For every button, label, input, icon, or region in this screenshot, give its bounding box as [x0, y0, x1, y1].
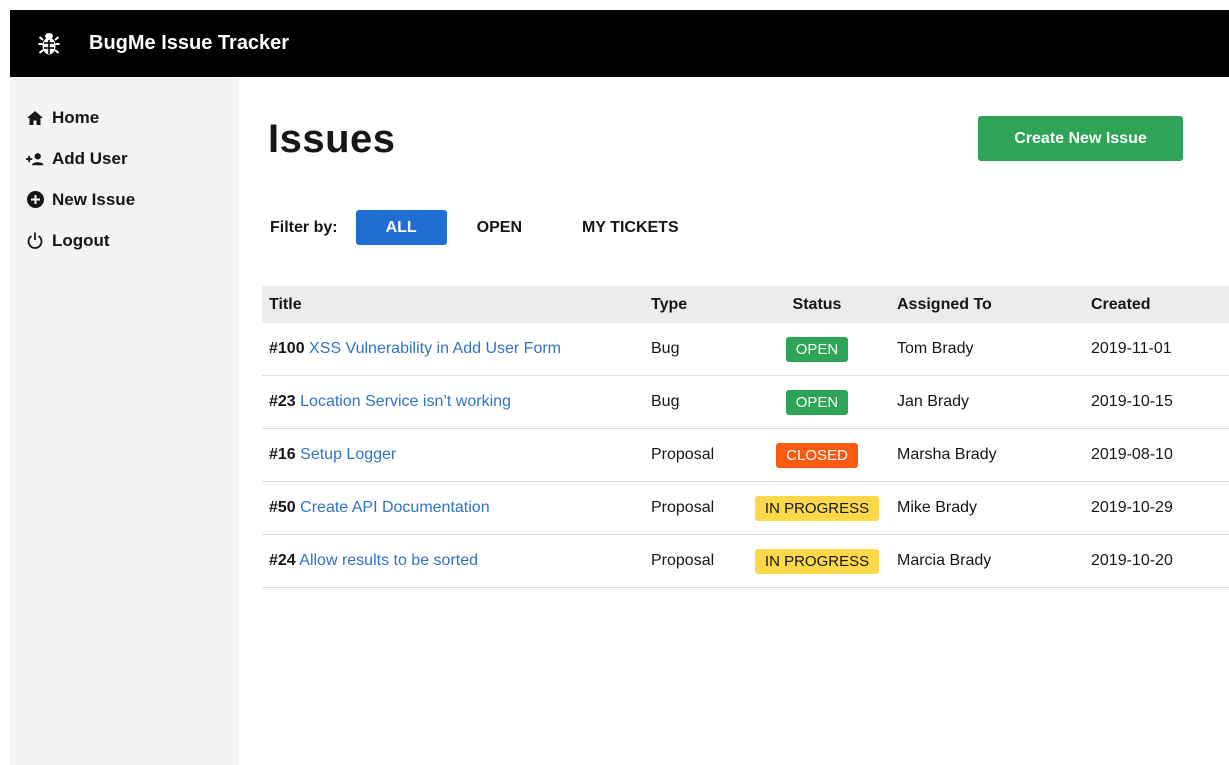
filter-open-button[interactable]: OPEN	[447, 210, 552, 245]
issue-link[interactable]: XSS Vulnerability in Add User Form	[309, 340, 561, 357]
issue-created: 2019-10-15	[1091, 375, 1229, 429]
issue-title-cell: #23 Location Service isn’t working	[262, 375, 651, 429]
issue-status-cell: CLOSED	[747, 428, 887, 482]
issue-link[interactable]: Location Service isn’t working	[300, 393, 511, 410]
header-title: Title	[262, 286, 651, 323]
bug-icon	[36, 31, 62, 57]
issue-status-cell: OPEN	[747, 375, 887, 429]
issue-type: Bug	[651, 375, 747, 429]
issue-type: Proposal	[651, 534, 747, 588]
sidebar-item-new-issue[interactable]: New Issue	[10, 179, 239, 220]
sidebar-item-logout[interactable]: Logout	[10, 220, 239, 261]
issue-number: #100	[269, 340, 305, 357]
issue-created: 2019-10-20	[1091, 534, 1229, 588]
issue-title-cell: #24 Allow results to be sorted	[262, 534, 651, 588]
issue-title-cell: #100 XSS Vulnerability in Add User Form	[262, 323, 651, 376]
main-content: Issues Create New Issue Filter by: ALL O…	[239, 77, 1229, 765]
filter-all-button[interactable]: ALL	[355, 210, 447, 245]
issue-created: 2019-11-01	[1091, 323, 1229, 376]
sidebar-item-label: Add User	[52, 148, 128, 168]
header-created: Created	[1091, 286, 1229, 323]
issues-table: Title Type Status Assigned To Created #1…	[262, 286, 1229, 588]
issue-number: #24	[269, 552, 296, 569]
filter-my-tickets-button[interactable]: MY TICKETS	[552, 210, 709, 245]
issue-title-cell: #50 Create API Documentation	[262, 481, 651, 535]
issue-title-cell: #16 Setup Logger	[262, 428, 651, 482]
issue-link[interactable]: Setup Logger	[300, 446, 396, 463]
table-row: #100 XSS Vulnerability in Add User Form …	[262, 323, 1229, 376]
header-assigned-to: Assigned To	[887, 286, 1091, 323]
status-badge: OPEN	[785, 389, 849, 415]
issue-type: Proposal	[651, 481, 747, 535]
sidebar-item-label: New Issue	[52, 189, 136, 209]
plus-circle-icon	[26, 191, 44, 209]
sidebar: Home Add User New Issue Logout	[10, 77, 239, 765]
issue-assignee: Jan Brady	[887, 375, 1091, 429]
issue-link[interactable]: Create API Documentation	[300, 499, 489, 516]
home-icon	[26, 109, 44, 127]
status-badge: IN PROGRESS	[754, 548, 880, 574]
issue-assignee: Tom Brady	[887, 323, 1091, 376]
issue-assignee: Marsha Brady	[887, 428, 1091, 482]
issue-assignee: Marcia Brady	[887, 534, 1091, 588]
power-icon	[26, 232, 44, 250]
status-badge: OPEN	[785, 336, 849, 362]
page-title: Issues	[268, 117, 396, 161]
filter-bar: Filter by: ALL OPEN MY TICKETS	[270, 210, 709, 245]
header-type: Type	[651, 286, 747, 323]
sidebar-item-add-user[interactable]: Add User	[10, 138, 239, 179]
table-row: #24 Allow results to be sorted Proposal …	[262, 534, 1229, 588]
sidebar-item-home[interactable]: Home	[10, 97, 239, 138]
issue-number: #23	[269, 393, 296, 410]
issue-number: #16	[269, 446, 296, 463]
app-title: BugMe Issue Tracker	[89, 32, 290, 54]
issue-created: 2019-10-29	[1091, 481, 1229, 535]
top-bar: BugMe Issue Tracker	[10, 10, 1229, 77]
status-badge: CLOSED	[776, 442, 858, 468]
header-status: Status	[747, 286, 887, 323]
filter-label: Filter by:	[270, 218, 338, 236]
status-badge: IN PROGRESS	[754, 495, 880, 521]
issue-number: #50	[269, 499, 296, 516]
issue-status-cell: IN PROGRESS	[747, 534, 887, 588]
table-row: #16 Setup Logger Proposal CLOSED Marsha …	[262, 428, 1229, 482]
table-row: #50 Create API Documentation Proposal IN…	[262, 481, 1229, 535]
table-header-row: Title Type Status Assigned To Created	[262, 286, 1229, 323]
add-user-icon	[26, 150, 44, 168]
sidebar-item-label: Home	[52, 107, 100, 127]
issue-assignee: Mike Brady	[887, 481, 1091, 535]
create-new-issue-button[interactable]: Create New Issue	[978, 116, 1183, 161]
issue-type: Proposal	[651, 428, 747, 482]
issue-created: 2019-08-10	[1091, 428, 1229, 482]
table-row: #23 Location Service isn’t working Bug O…	[262, 375, 1229, 429]
app-frame: BugMe Issue Tracker Home Add User New Is…	[10, 10, 1229, 765]
issue-status-cell: OPEN	[747, 323, 887, 376]
sidebar-item-label: Logout	[52, 230, 110, 250]
issue-status-cell: IN PROGRESS	[747, 481, 887, 535]
issue-type: Bug	[651, 323, 747, 376]
issue-link[interactable]: Allow results to be sorted	[299, 552, 478, 569]
